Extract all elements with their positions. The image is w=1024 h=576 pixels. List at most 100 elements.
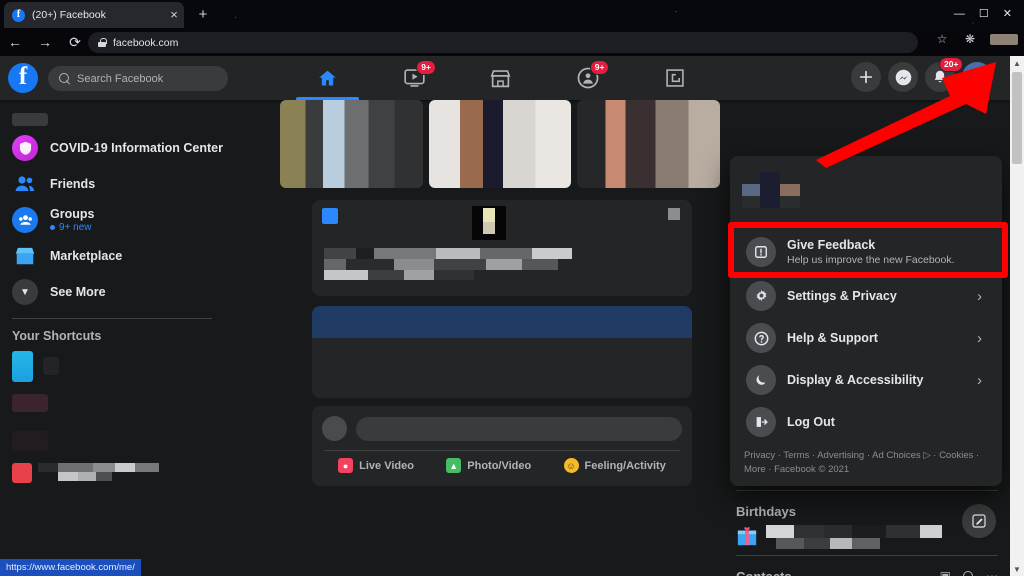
avatar[interactable] (322, 416, 347, 441)
birthday-item[interactable] (736, 525, 998, 549)
sidebar-item-label: Groups (50, 207, 94, 221)
shortcut-thumb (12, 431, 48, 451)
smiley-icon: ☺ (564, 458, 579, 473)
menu-footer-links[interactable]: Privacy · Terms · Advertising · Ad Choic… (738, 443, 994, 478)
facebook-main-nav: 9+ 9+ (284, 56, 718, 100)
search-input[interactable]: Search Facebook (48, 66, 228, 91)
extensions-puzzle-icon[interactable]: ❋ (962, 32, 978, 46)
censored-image (577, 100, 720, 188)
sidebar-item-covid[interactable]: COVID-19 Information Center (8, 130, 242, 166)
gear-icon (746, 281, 776, 311)
create-button[interactable] (851, 62, 881, 92)
composer-feeling-activity-button[interactable]: ☺ Feeling/Activity (564, 458, 666, 473)
notifications-button[interactable]: 20+ (925, 62, 955, 92)
messenger-button[interactable] (888, 62, 918, 92)
friends-icon (12, 171, 38, 197)
sidebar-item-label: COVID-19 Information Center (50, 141, 223, 155)
sidebar-divider (12, 318, 212, 319)
browser-toolbar: ← → ⟳ facebook.com ☆ ❋ (0, 28, 1024, 56)
list-item[interactable] (8, 463, 242, 483)
sidebar-item-see-more[interactable]: ▼ See More (8, 274, 242, 310)
photo-icon: ▲ (446, 458, 461, 473)
video-call-icon[interactable]: ▣ (940, 569, 951, 576)
more-icon[interactable]: ⋯ (986, 569, 998, 576)
composer-input[interactable] (356, 417, 682, 441)
censored-image (280, 100, 423, 188)
feed-post[interactable] (312, 306, 692, 398)
list-item[interactable] (8, 349, 242, 383)
sidebar-item-marketplace[interactable]: Marketplace (8, 238, 242, 274)
list-item[interactable] (8, 383, 242, 423)
sidebar-item-sublabel: 9+ new (50, 222, 94, 233)
menu-item-help-support[interactable]: Help & Support › (738, 317, 994, 359)
menu-item-display-accessibility[interactable]: Display & Accessibility › (738, 359, 994, 401)
scrollbar-thumb[interactable] (1012, 72, 1022, 164)
feed-post[interactable] (312, 200, 692, 296)
sidebar-profile-name-redacted (12, 113, 48, 126)
sidebar-item-friends[interactable]: Friends (8, 166, 242, 202)
close-tab-icon[interactable]: × (165, 5, 183, 23)
gaming-icon (665, 68, 685, 88)
reload-icon[interactable]: ⟳ (60, 28, 90, 56)
nav-tab-groups[interactable]: 9+ (544, 56, 631, 100)
moon-icon (746, 365, 776, 395)
close-window-icon[interactable]: ✕ (1003, 9, 1012, 20)
story-card[interactable] (429, 100, 572, 188)
bookmark-star-icon[interactable]: ☆ (934, 32, 950, 46)
menu-item-text: Log Out (787, 415, 986, 429)
feedback-icon (746, 237, 776, 267)
gift-icon (736, 525, 758, 547)
story-card[interactable] (577, 100, 720, 188)
facebook-logo-icon[interactable]: f (8, 63, 38, 93)
shortcut-thumb (12, 351, 33, 382)
nav-tab-home[interactable] (284, 56, 371, 100)
messenger-icon (895, 69, 912, 86)
marketplace-icon (12, 243, 38, 269)
back-icon[interactable]: ← (0, 28, 30, 56)
list-item[interactable] (8, 423, 242, 459)
status-bar-url: https://www.facebook.com/me/ (6, 562, 135, 573)
chevron-right-icon: › (977, 330, 986, 347)
censored-image (429, 100, 572, 188)
search-icon (59, 73, 70, 84)
composer-action-label: Feeling/Activity (585, 460, 666, 472)
menu-divider (740, 222, 992, 223)
maximize-icon[interactable]: ☐ (979, 9, 989, 20)
divider (324, 450, 680, 451)
account-dropdown-button[interactable] (962, 62, 992, 92)
chevron-down-icon: ▼ (12, 279, 38, 305)
nav-tab-watch[interactable]: 9+ (371, 56, 458, 100)
browser-profile-avatar[interactable] (990, 34, 1018, 45)
forward-icon[interactable]: → (30, 28, 60, 56)
contacts-header: Contacts ▣ ⋯ (736, 562, 998, 576)
marketplace-icon (490, 68, 511, 89)
post-composer[interactable]: ● Live Video ▲ Photo/Video ☺ Feeling/Act… (312, 406, 692, 486)
shortcut-thumb (12, 463, 32, 483)
scroll-up-icon[interactable]: ▲ (1010, 56, 1024, 70)
facebook-icon: f (12, 9, 25, 22)
sidebar-item-groups[interactable]: Groups 9+ new (8, 202, 242, 238)
toolbar-right-icons: ☆ ❋ (934, 32, 1018, 46)
facebook-page: f Search Facebook 9+ (0, 56, 1010, 576)
composer-photo-video-button[interactable]: ▲ Photo/Video (446, 458, 531, 473)
browser-tab[interactable]: f (20+) Facebook (4, 2, 184, 28)
menu-account-row[interactable] (738, 164, 994, 216)
minimize-icon[interactable]: — (954, 9, 965, 20)
page-scrollbar[interactable]: ▲ ▼ (1010, 56, 1024, 576)
new-tab-icon[interactable]: + (194, 5, 212, 23)
menu-item-text: Help & Support (787, 331, 966, 345)
sidebar-item-label: Marketplace (50, 249, 122, 263)
address-bar[interactable]: facebook.com (88, 32, 918, 53)
search-icon[interactable] (963, 571, 974, 576)
sidebar-item-label: Friends (50, 177, 95, 191)
composer-live-video-button[interactable]: ● Live Video (338, 458, 414, 473)
menu-item-settings-privacy[interactable]: Settings & Privacy › (738, 275, 994, 317)
nav-tab-gaming[interactable] (631, 56, 718, 100)
story-card[interactable] (280, 100, 423, 188)
scroll-down-icon[interactable]: ▼ (1010, 562, 1024, 576)
menu-item-log-out[interactable]: Log Out (738, 401, 994, 443)
nav-tab-marketplace[interactable] (458, 56, 545, 100)
new-message-button[interactable] (962, 504, 996, 538)
menu-item-text: Settings & Privacy (787, 289, 966, 303)
menu-item-give-feedback[interactable]: Give Feedback Help us improve the new Fa… (738, 229, 994, 275)
